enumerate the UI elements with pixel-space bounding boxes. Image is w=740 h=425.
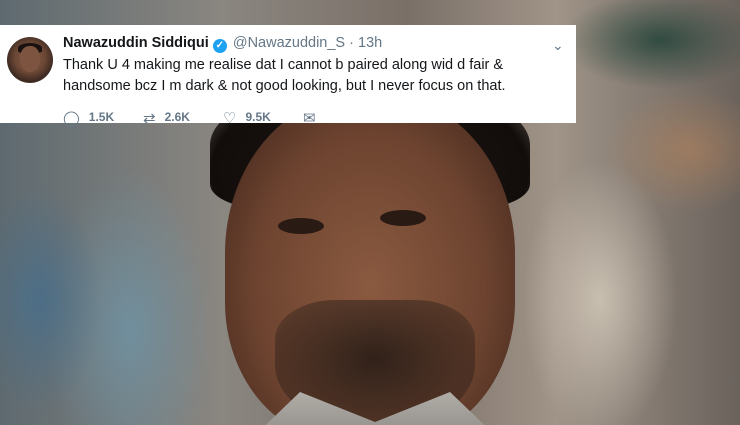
- chevron-down-icon[interactable]: ⌄: [552, 37, 564, 54]
- author-handle[interactable]: @Nawazuddin_S: [233, 35, 345, 51]
- direct-message-button[interactable]: ✉: [303, 109, 325, 127]
- verified-badge-icon: ✓: [212, 39, 227, 53]
- like-button[interactable]: ♡ 9.5K: [223, 109, 271, 127]
- tweet-timestamp[interactable]: 13h: [358, 35, 382, 51]
- heart-icon: ♡: [223, 110, 237, 127]
- avatar[interactable]: [7, 37, 53, 83]
- retweet-button[interactable]: ⇄ 2.6K: [143, 109, 190, 127]
- author-name[interactable]: Nawazuddin Siddiqui: [63, 35, 209, 51]
- retweet-icon: ⇄: [143, 110, 156, 127]
- envelope-icon: ✉: [303, 110, 316, 127]
- reply-icon: ◯: [63, 110, 80, 127]
- tweet-text: Thank U 4 making me realise dat I cannot…: [63, 57, 506, 94]
- tweet-card[interactable]: Nawazuddin Siddiqui ✓ @Nawazuddin_S · 13h…: [0, 25, 576, 127]
- left-eye: [278, 218, 324, 234]
- separator-dot: ·: [349, 35, 354, 51]
- like-count: 9.5K: [245, 110, 271, 124]
- right-eye: [380, 210, 426, 226]
- tweet-header: Nawazuddin Siddiqui ✓ @Nawazuddin_S · 13h: [63, 35, 382, 53]
- reply-button[interactable]: ◯ 1.5K: [63, 109, 114, 127]
- retweet-count: 2.6K: [164, 110, 190, 124]
- reply-count: 1.5K: [88, 110, 115, 124]
